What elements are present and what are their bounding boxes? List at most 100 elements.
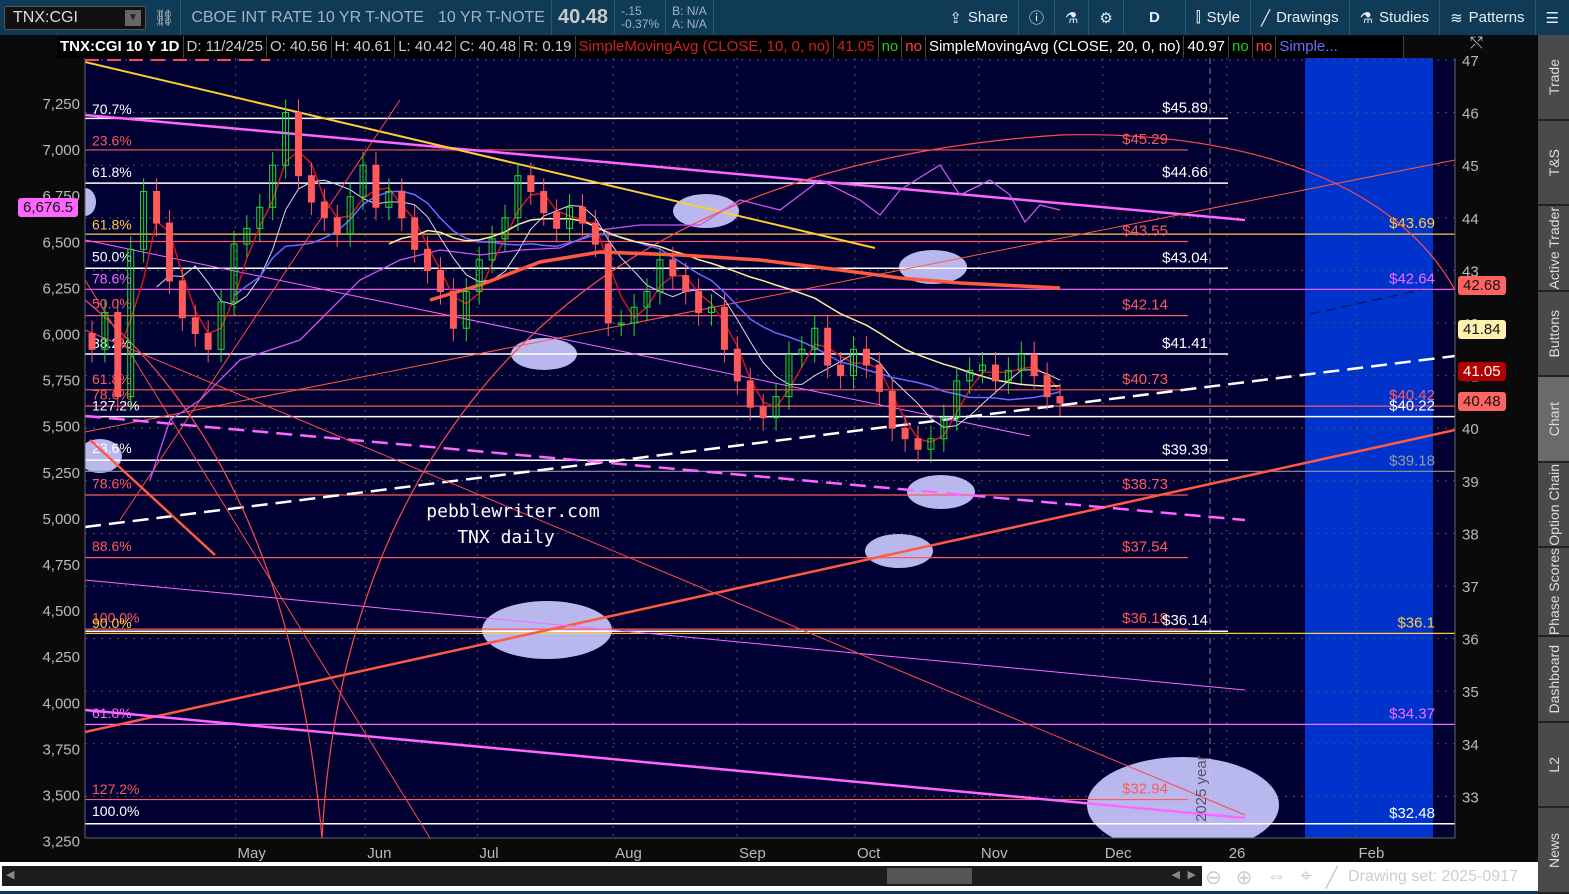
candle-body <box>682 275 690 292</box>
left-tick-label: 4,250 <box>42 649 80 666</box>
candle-body <box>759 406 767 419</box>
level-label: $36.18 <box>1122 610 1168 627</box>
fit-icon[interactable]: ⇔ <box>1267 865 1287 890</box>
candle-body <box>398 191 406 219</box>
sidebar-tab-phase-scores[interactable]: Phase Scores <box>1538 548 1569 638</box>
fib-label: 61.8% <box>92 371 132 387</box>
sidebar-tab-label: T&S <box>1545 148 1562 176</box>
price-chart[interactable]: $45.89$45.29$44.66$43.69$43.55$43.04$42.… <box>0 0 1538 862</box>
scroll-right-icon[interactable]: ▶ <box>1188 868 1196 881</box>
menu-button[interactable]: ☰ <box>1536 0 1569 35</box>
sidebar-tab-label: Phase Scores <box>1545 548 1562 636</box>
left-tick-label: 5,000 <box>42 511 80 528</box>
price-tick-label: 45 <box>1462 158 1479 175</box>
level-label: $41.41 <box>1162 335 1208 352</box>
candle-body <box>914 438 922 450</box>
sidebar-tab-trade[interactable]: Trade <box>1538 35 1569 121</box>
auto-scale-icon[interactable]: ⤲ <box>1469 35 1483 52</box>
sidebar-tab-chart[interactable]: Chart <box>1538 377 1569 463</box>
scroll-left-icon[interactable]: ◀ <box>6 868 14 881</box>
candle-body <box>746 380 754 408</box>
date-tick-label: Sep <box>739 845 766 862</box>
candle-body <box>720 306 728 350</box>
study-flag: no <box>879 36 903 58</box>
level-label: $32.48 <box>1389 805 1435 822</box>
sidebar-tab-buttons[interactable]: Buttons <box>1538 291 1569 378</box>
candle-body <box>695 290 703 313</box>
zoom-in-icon[interactable]: ⊕ <box>1236 865 1253 890</box>
left-tick-label: 3,500 <box>42 788 80 805</box>
candle-body <box>320 201 328 219</box>
candle-body <box>372 164 380 208</box>
candle-body <box>669 259 677 277</box>
price-tick-label: 35 <box>1462 684 1479 701</box>
candle-body <box>837 364 845 377</box>
fib-label: 50.0% <box>92 296 132 312</box>
date-tick-label: Dec <box>1105 845 1132 862</box>
price-tick-label: 34 <box>1462 737 1479 754</box>
zoom-out-icon[interactable]: ⊖ <box>1205 865 1222 890</box>
sidebar-tab-l2[interactable]: L2 <box>1538 722 1569 809</box>
study-flag: no <box>1253 36 1277 58</box>
left-tick-label: 5,250 <box>42 465 80 482</box>
study-flag: no <box>1229 36 1253 58</box>
level-label: $42.14 <box>1122 297 1168 314</box>
fib-label: 61.8% <box>92 217 132 233</box>
price-tick-label: 39 <box>1462 474 1479 491</box>
study-sma-more[interactable]: Simple... <box>1276 36 1405 58</box>
sidebar-tab-option-chain[interactable]: Option Chain <box>1538 462 1569 549</box>
fib-label: 70.7% <box>92 101 132 117</box>
draw-line-icon[interactable]: ╱ <box>1326 865 1338 890</box>
study-sma10[interactable]: SimpleMovingAvg (CLOSE, 10, 0, no) <box>576 36 835 58</box>
watermark-site: pebblewriter.com <box>426 501 599 522</box>
candle-body <box>1056 396 1064 404</box>
left-tick-label: 5,750 <box>42 373 80 390</box>
date-tick-label: Jun <box>367 845 391 862</box>
candle-body <box>1030 354 1038 377</box>
bar-open: O: 40.56 <box>267 36 332 58</box>
candle-body <box>824 327 832 366</box>
left-tick-label: 7,250 <box>42 96 80 113</box>
year-marker-label: 2025 year <box>1193 755 1210 822</box>
left-tick-label: 7,000 <box>42 142 80 159</box>
study-flag: no <box>902 36 926 58</box>
study-sma20-value: 40.97 <box>1184 36 1230 58</box>
level-label: $39.39 <box>1162 441 1208 458</box>
list-icon: ☰ <box>1545 9 1559 27</box>
study-sma20[interactable]: SimpleMovingAvg (CLOSE, 20, 0, no) <box>926 36 1185 58</box>
date-tick-label: Nov <box>981 845 1008 862</box>
left-tick-label: 3,750 <box>42 741 80 758</box>
crosshair-icon[interactable]: ⌖ <box>1301 865 1312 890</box>
fib-label: 78.6% <box>92 270 132 286</box>
candle-body <box>114 311 122 398</box>
bottom-bar: ◀ ◀ ▶ ⊖ ⊕ ⇔ ⌖ ╱ Drawing set: 2025-0917 <box>0 862 1538 894</box>
sidebar-tab-label: Chart <box>1545 401 1562 436</box>
price-tick-label: 44 <box>1462 211 1479 228</box>
fib-label: 61.8% <box>92 164 132 180</box>
watermark-title: TNX daily <box>457 527 555 548</box>
level-label: $45.29 <box>1122 131 1168 148</box>
candle-body <box>991 364 999 382</box>
candle-body <box>436 269 444 292</box>
candle-body <box>88 333 96 350</box>
left-tick-label: 6,500 <box>42 234 80 251</box>
candle-body <box>540 191 548 214</box>
price-tick-label: 40 <box>1462 421 1479 438</box>
sidebar-tab-t-s[interactable]: T&S <box>1538 120 1569 207</box>
ellipse <box>673 194 739 228</box>
sidebar-tab-active-trader[interactable]: Active Trader <box>1538 206 1569 292</box>
chart-info-bar: TNX:CGI 10 Y 1D D: 11/24/25 O: 40.56 H: … <box>57 36 1405 58</box>
sidebar-tab-news[interactable]: News <box>1538 808 1569 894</box>
scroll-left-icon[interactable]: ◀ <box>1172 868 1180 881</box>
drawing-set-selector[interactable]: Drawing set: 2025-0917 <box>1348 868 1518 886</box>
horizontal-scrollbar[interactable]: ◀ ◀ ▶ <box>2 866 1202 886</box>
candle-body <box>165 222 173 282</box>
fib-label: 23.6% <box>92 133 132 149</box>
candle-body <box>901 427 909 440</box>
sidebar-tab-dashboard[interactable]: Dashboard <box>1538 637 1569 723</box>
left-tick-label: 6,000 <box>42 327 80 344</box>
left-tick-label: 3,250 <box>42 834 80 851</box>
price-tick-label: 38 <box>1462 526 1479 543</box>
scroll-thumb[interactable] <box>887 868 972 884</box>
left-tick-label: 6,250 <box>42 280 80 297</box>
